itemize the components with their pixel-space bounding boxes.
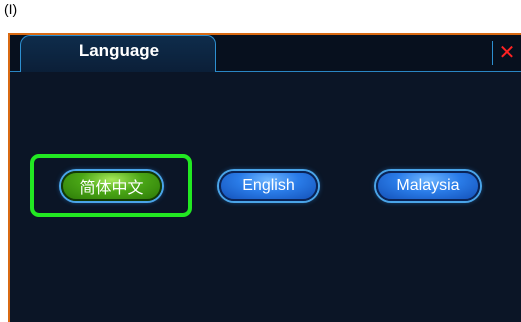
title-bar-divider: [492, 41, 493, 65]
language-button-english[interactable]: English: [219, 171, 318, 201]
close-icon: ✕: [498, 42, 516, 64]
close-button[interactable]: ✕: [497, 41, 517, 65]
figure-caption: (I): [4, 1, 18, 17]
language-button-malaysia[interactable]: Malaysia: [376, 171, 480, 201]
title-bar: Language ✕: [10, 35, 521, 72]
language-button-malaysia-label: Malaysia: [396, 177, 460, 194]
tab-language[interactable]: Language: [20, 35, 216, 72]
language-button-chinese-label: 简体中文: [79, 180, 144, 197]
language-dialog: Language ✕ 简体中文 English Malaysia: [8, 33, 521, 322]
language-button-english-label: English: [242, 177, 295, 194]
tab-language-label: Language: [78, 41, 160, 60]
language-button-chinese[interactable]: 简体中文: [61, 171, 162, 201]
